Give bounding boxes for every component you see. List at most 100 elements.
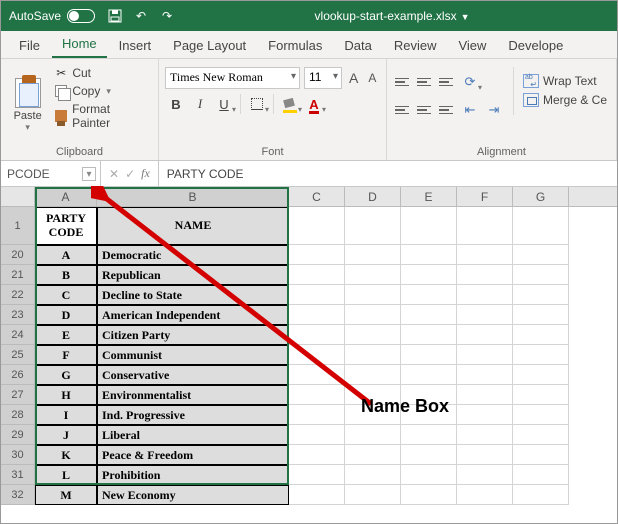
select-all-corner[interactable] xyxy=(1,187,35,206)
row-header[interactable]: 29 xyxy=(1,425,35,445)
cell[interactable] xyxy=(401,365,457,385)
col-header-f[interactable]: F xyxy=(457,187,513,206)
cell[interactable] xyxy=(345,465,401,485)
align-top-button[interactable] xyxy=(393,73,413,91)
decrease-font-button[interactable]: A xyxy=(365,71,379,85)
row-header[interactable]: 22 xyxy=(1,285,35,305)
cell-name[interactable]: Environmentalist xyxy=(97,385,289,405)
merge-center-button[interactable]: Merge & Ce xyxy=(522,92,608,108)
cell[interactable] xyxy=(345,305,401,325)
cell[interactable] xyxy=(345,485,401,505)
cell[interactable] xyxy=(457,465,513,485)
row-header[interactable]: 27 xyxy=(1,385,35,405)
cell[interactable] xyxy=(513,445,569,465)
cell-code[interactable]: F xyxy=(35,345,97,365)
cell[interactable] xyxy=(289,305,345,325)
cell-code[interactable]: M xyxy=(35,485,97,505)
cell[interactable] xyxy=(513,305,569,325)
row-header[interactable]: 20 xyxy=(1,245,35,265)
cell[interactable] xyxy=(345,425,401,445)
spreadsheet-grid[interactable]: A B C D E F G 1 PARTY CODE NAME 20ADemoc… xyxy=(1,187,617,505)
col-header-g[interactable]: G xyxy=(513,187,569,206)
cell-code[interactable]: H xyxy=(35,385,97,405)
cell[interactable] xyxy=(457,305,513,325)
cell[interactable] xyxy=(289,207,345,245)
row-header[interactable]: 26 xyxy=(1,365,35,385)
bold-button[interactable]: B xyxy=(165,93,187,115)
cell[interactable] xyxy=(345,207,401,245)
col-header-c[interactable]: C xyxy=(289,187,345,206)
decrease-indent-button[interactable]: ⇤ xyxy=(459,99,481,121)
cell[interactable] xyxy=(457,365,513,385)
cell[interactable] xyxy=(401,245,457,265)
cell[interactable] xyxy=(289,365,345,385)
cell[interactable] xyxy=(289,245,345,265)
cell[interactable] xyxy=(513,245,569,265)
tab-review[interactable]: Review xyxy=(384,33,447,58)
cell-name[interactable]: New Economy xyxy=(97,485,289,505)
cell-code[interactable]: D xyxy=(35,305,97,325)
cell-code[interactable]: I xyxy=(35,405,97,425)
row-header[interactable]: 24 xyxy=(1,325,35,345)
cell[interactable] xyxy=(513,425,569,445)
col-header-e[interactable]: E xyxy=(401,187,457,206)
cell[interactable] xyxy=(513,485,569,505)
increase-indent-button[interactable]: ⇥ xyxy=(483,99,505,121)
cell[interactable] xyxy=(457,325,513,345)
row-header[interactable]: 21 xyxy=(1,265,35,285)
col-header-d[interactable]: D xyxy=(345,187,401,206)
font-name-select[interactable]: Times New Roman xyxy=(165,67,300,89)
font-color-button[interactable]: A xyxy=(303,93,325,115)
cell[interactable] xyxy=(289,385,345,405)
tab-insert[interactable]: Insert xyxy=(109,33,162,58)
cell-code[interactable]: A xyxy=(35,245,97,265)
italic-button[interactable]: I xyxy=(189,93,211,115)
paste-button[interactable]: Paste ▾ xyxy=(7,63,48,144)
col-header-b[interactable]: B xyxy=(97,187,289,206)
cell[interactable] xyxy=(457,245,513,265)
cell[interactable] xyxy=(401,325,457,345)
fill-color-button[interactable] xyxy=(279,93,301,115)
cell-name[interactable]: Ind. Progressive xyxy=(97,405,289,425)
cell-code[interactable]: E xyxy=(35,325,97,345)
cell[interactable] xyxy=(289,345,345,365)
cell[interactable] xyxy=(513,207,569,245)
tab-data[interactable]: Data xyxy=(334,33,381,58)
cell-name[interactable]: Communist xyxy=(97,345,289,365)
copy-button[interactable]: Copy▾ xyxy=(52,83,152,99)
cell[interactable] xyxy=(513,465,569,485)
borders-button[interactable] xyxy=(246,93,268,115)
cell-name[interactable]: Democratic xyxy=(97,245,289,265)
cell-name[interactable]: American Independent xyxy=(97,305,289,325)
tab-file[interactable]: File xyxy=(9,33,50,58)
cell[interactable] xyxy=(401,465,457,485)
row-header[interactable]: 31 xyxy=(1,465,35,485)
cell[interactable] xyxy=(457,405,513,425)
align-bottom-button[interactable] xyxy=(437,73,457,91)
row-header[interactable]: 1 xyxy=(1,207,35,245)
cell[interactable] xyxy=(457,385,513,405)
cell-code[interactable]: C xyxy=(35,285,97,305)
cell[interactable] xyxy=(289,425,345,445)
cell[interactable] xyxy=(289,405,345,425)
row-header[interactable]: 30 xyxy=(1,445,35,465)
font-size-select[interactable]: 11 xyxy=(304,67,342,89)
enter-icon[interactable]: ✓ xyxy=(125,167,135,181)
cell[interactable] xyxy=(345,285,401,305)
chevron-down-icon[interactable]: ▾ xyxy=(106,86,111,97)
tab-developer[interactable]: Develope xyxy=(498,33,573,58)
cell[interactable] xyxy=(513,265,569,285)
cell-code[interactable]: K xyxy=(35,445,97,465)
cell[interactable] xyxy=(345,325,401,345)
cell[interactable] xyxy=(457,285,513,305)
save-icon[interactable] xyxy=(107,8,123,24)
tab-formulas[interactable]: Formulas xyxy=(258,33,332,58)
cell[interactable] xyxy=(513,405,569,425)
row-header[interactable]: 23 xyxy=(1,305,35,325)
cell-name[interactable]: Decline to State xyxy=(97,285,289,305)
cell-a1[interactable]: PARTY CODE xyxy=(35,207,97,245)
cut-button[interactable]: ✂Cut xyxy=(52,65,152,81)
cell[interactable] xyxy=(457,265,513,285)
cell[interactable] xyxy=(513,345,569,365)
cell[interactable] xyxy=(289,465,345,485)
